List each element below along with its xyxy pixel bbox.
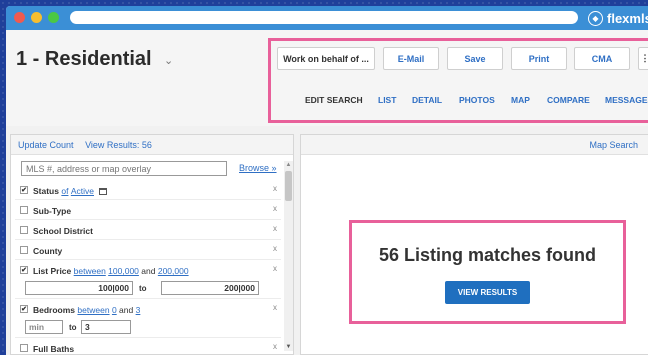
toolbar-highlight: Work on behalf of ... E-Mail Save Print … (268, 38, 648, 123)
cma-button[interactable]: CMA (574, 47, 630, 70)
browser-window: ◆ flexmls 1 - Residential ⌄ Work on beha… (6, 6, 648, 355)
remove-filter-icon[interactable]: x (273, 224, 277, 233)
remove-filter-icon[interactable]: x (273, 204, 277, 213)
scroll-up-icon[interactable]: ▲ (284, 161, 293, 169)
result-count-text: 56 Listing matches found (378, 245, 597, 265)
chevron-down-icon[interactable]: ⌄ (164, 54, 173, 67)
status-checkbox[interactable]: ✔ (20, 186, 28, 194)
bedrooms-low-link[interactable]: 0 (112, 305, 117, 315)
county-checkbox[interactable] (20, 246, 28, 254)
filter-label: Full Baths (33, 344, 75, 354)
filter-of-link[interactable]: of (61, 186, 68, 196)
bedrooms-max-input[interactable]: 3 (81, 320, 131, 334)
filter-bedrooms: ✔ Bedrooms between 0 and 3 x min to 3 (15, 300, 281, 338)
page-title: 1 - Residential (16, 48, 152, 70)
price-between-link[interactable]: between (74, 266, 106, 276)
filter-status: ✔ Status of Active x (15, 181, 281, 200)
filter-list-price: ✔ List Price between 100,000 and 200,000… (15, 261, 281, 299)
bedrooms-min-input[interactable]: min (25, 320, 63, 334)
price-min-input[interactable]: 100|000 (25, 281, 133, 295)
to-label: to (139, 284, 147, 293)
print-button[interactable]: Print (511, 47, 567, 70)
bedrooms-checkbox[interactable]: ✔ (20, 305, 28, 313)
remove-filter-icon[interactable]: x (273, 264, 277, 273)
compass-icon: ◆ (588, 10, 603, 26)
price-low-link[interactable]: 100,000 (108, 266, 139, 276)
filter-county: County x (15, 241, 281, 260)
results-panel: Map Search 56 Listing matches found VIEW… (300, 134, 648, 355)
status-active-link[interactable]: Active (71, 186, 94, 196)
brand-logo: ◆ flexmls (588, 8, 648, 28)
close-window-button[interactable] (14, 12, 25, 23)
filter-full-baths: Full Baths x (15, 339, 281, 355)
and-text: and (119, 305, 134, 315)
page-header: 1 - Residential ⌄ Work on behalf of ... … (6, 30, 648, 126)
results-highlight: 56 Listing matches found VIEW RESULTS (349, 220, 626, 324)
tab-messages[interactable]: MESSAGES (605, 95, 648, 105)
price-max-input[interactable]: 200|000 (161, 281, 259, 295)
calendar-icon[interactable] (99, 188, 108, 195)
price-high-link[interactable]: 200,000 (158, 266, 189, 276)
work-on-behalf-button[interactable]: Work on behalf of ... (277, 47, 375, 70)
filter-label: School District (33, 226, 93, 236)
filter-label: Bedrooms (33, 305, 76, 315)
school-district-checkbox[interactable] (20, 226, 28, 234)
filter-school-district: School District x (15, 221, 281, 240)
search-input[interactable] (21, 161, 227, 176)
save-button[interactable]: Save (447, 47, 503, 70)
remove-filter-icon[interactable]: x (273, 303, 277, 312)
search-criteria-panel: Update Count View Results: 56 Browse » ▲… (10, 134, 294, 355)
maximize-window-button[interactable] (48, 12, 59, 23)
view-results-button[interactable]: VIEW RESULTS (445, 281, 530, 304)
and-text: and (141, 266, 156, 276)
map-search-link[interactable]: Map Search (301, 135, 648, 155)
email-button[interactable]: E-Mail (383, 47, 439, 70)
scroll-down-icon[interactable]: ▼ (284, 343, 293, 351)
filter-label: Status (33, 186, 59, 196)
tab-edit-search[interactable]: EDIT SEARCH (305, 95, 363, 105)
tab-compare[interactable]: COMPARE (547, 95, 590, 105)
list-price-checkbox[interactable]: ✔ (20, 266, 28, 274)
criteria-panel-header: Update Count View Results: 56 (11, 135, 293, 155)
view-results-link[interactable]: View Results: 56 (85, 140, 152, 150)
filter-label: County (33, 246, 63, 256)
filter-label: List Price (33, 266, 72, 276)
tab-detail[interactable]: DETAIL (412, 95, 442, 105)
full-baths-checkbox[interactable] (20, 344, 28, 352)
browser-titlebar: ◆ flexmls (6, 6, 648, 30)
scroll-thumb[interactable] (285, 171, 292, 201)
tab-list[interactable]: LIST (378, 95, 396, 105)
minimize-window-button[interactable] (31, 12, 42, 23)
remove-filter-icon[interactable]: x (273, 342, 277, 351)
filter-label: Sub-Type (33, 206, 72, 216)
bedrooms-between-link[interactable]: between (77, 305, 109, 315)
more-options-icon[interactable]: ⋮ (638, 47, 648, 70)
remove-filter-icon[interactable]: x (273, 244, 277, 253)
scrollbar[interactable]: ▲ ▼ (284, 161, 293, 351)
brand-name: flexmls (607, 10, 648, 26)
tab-map[interactable]: MAP (511, 95, 530, 105)
browse-link[interactable]: Browse » (239, 163, 277, 173)
filter-sub-type: Sub-Type x (15, 201, 281, 220)
sub-type-checkbox[interactable] (20, 206, 28, 214)
tab-photos[interactable]: PHOTOS (459, 95, 495, 105)
search-row: Browse » (21, 161, 283, 177)
update-count-link[interactable]: Update Count (18, 140, 74, 150)
remove-filter-icon[interactable]: x (273, 184, 277, 193)
to-label: to (69, 323, 77, 332)
address-bar[interactable] (70, 11, 578, 24)
bedrooms-high-link[interactable]: 3 (136, 305, 141, 315)
